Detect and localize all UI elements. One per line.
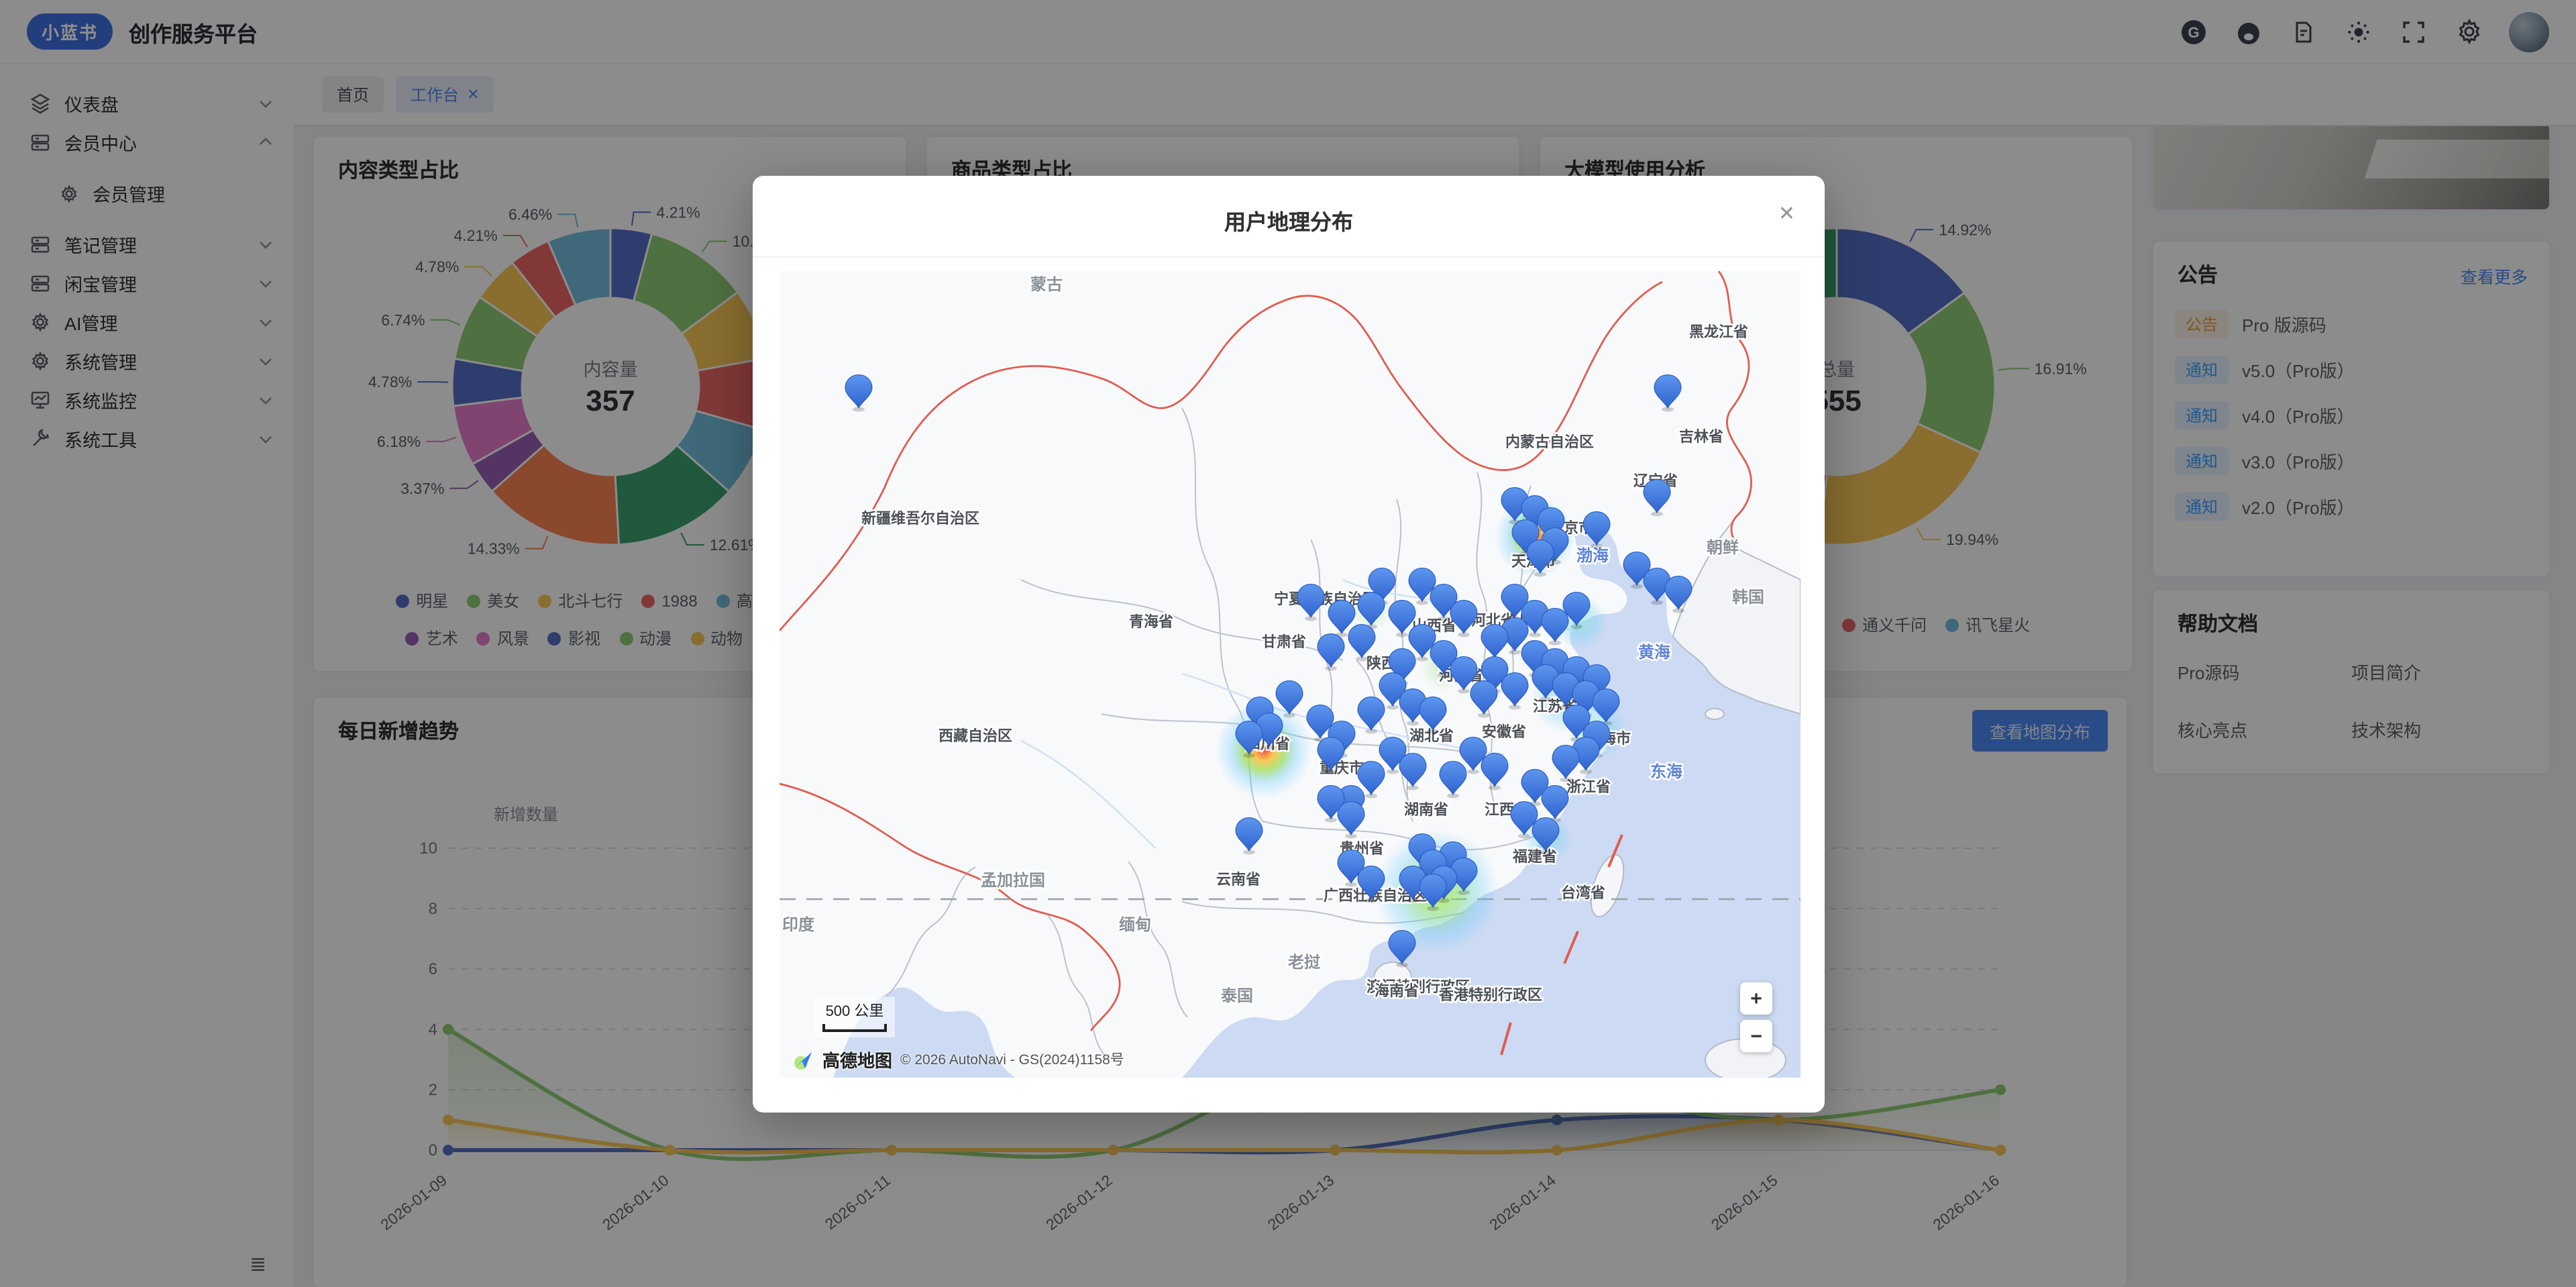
map-label-朝鲜: 朝鲜 xyxy=(1707,538,1739,557)
map-label-内蒙古自治区: 内蒙古自治区 xyxy=(1505,433,1594,450)
amap-copyright: © 2026 AutoNavi - GS(2024)1158号 xyxy=(900,1049,1124,1070)
map-label-云南省: 云南省 xyxy=(1216,871,1260,888)
map-label-台湾省: 台湾省 xyxy=(1561,884,1605,901)
scalebar-label: 500 公里 xyxy=(822,1000,887,1021)
map-label-西藏自治区: 西藏自治区 xyxy=(938,727,1012,744)
map-zoom-controls: + − xyxy=(1740,982,1772,1052)
map-label-香港特别行政区: 香港特别行政区 xyxy=(1439,986,1542,1003)
geo-modal: 用户地理分布 ✕ xyxy=(753,176,1825,1113)
map-label-渤海: 渤海 xyxy=(1576,546,1609,565)
geo-modal-title: 用户地理分布 xyxy=(753,176,1825,236)
map-label-吉林省: 吉林省 xyxy=(1679,428,1723,445)
close-icon[interactable]: ✕ xyxy=(1778,201,1795,225)
map-label-浙江省: 浙江省 xyxy=(1566,778,1611,795)
map-label-东海: 东海 xyxy=(1650,762,1682,781)
zoom-in-button[interactable]: + xyxy=(1740,982,1772,1015)
map-label-海南省: 海南省 xyxy=(1375,982,1419,999)
map-label-印度: 印度 xyxy=(782,915,815,934)
map-label-安徽省: 安徽省 xyxy=(1482,723,1526,740)
map-label-甘肃省: 甘肃省 xyxy=(1262,633,1306,650)
map-label-新疆维吾尔自治区: 新疆维吾尔自治区 xyxy=(861,510,979,527)
zoom-out-button[interactable]: − xyxy=(1740,1020,1772,1052)
app-root: 小蓝书 创作服务平台 G 仪表盘会员中心会员管理笔记管理 xyxy=(0,0,2576,1287)
map-label-蒙古: 蒙古 xyxy=(1030,276,1063,294)
map-label-韩国: 韩国 xyxy=(1732,588,1764,607)
amap-logo-icon xyxy=(793,1049,814,1070)
map-label-黑龙江省: 黑龙江省 xyxy=(1689,323,1748,340)
map-label-孟加拉国: 孟加拉国 xyxy=(981,871,1045,890)
modal-divider xyxy=(753,256,1825,258)
amap-brand: 高德地图 xyxy=(822,1047,892,1072)
map-label-湖南省: 湖南省 xyxy=(1404,801,1448,818)
map-label-老挝: 老挝 xyxy=(1288,954,1321,972)
scalebar-bar xyxy=(822,1024,887,1032)
map-canvas: 蒙古黑龙江省内蒙古自治区吉林省辽宁省新疆维吾尔自治区北京市天津市渤海朝鲜韩国宁夏… xyxy=(780,271,1801,1078)
map-label-黄海: 黄海 xyxy=(1638,643,1670,662)
map-label-青海省: 青海省 xyxy=(1129,613,1173,630)
map-scalebar: 500 公里 xyxy=(814,997,895,1037)
map-attribution: 高德地图 © 2026 AutoNavi - GS(2024)1158号 xyxy=(793,1047,1124,1072)
map-label-泰国: 泰国 xyxy=(1221,987,1253,1005)
china-map[interactable]: 蒙古黑龙江省内蒙古自治区吉林省辽宁省新疆维吾尔自治区北京市天津市渤海朝鲜韩国宁夏… xyxy=(780,271,1801,1078)
map-label-缅甸: 缅甸 xyxy=(1119,915,1151,934)
